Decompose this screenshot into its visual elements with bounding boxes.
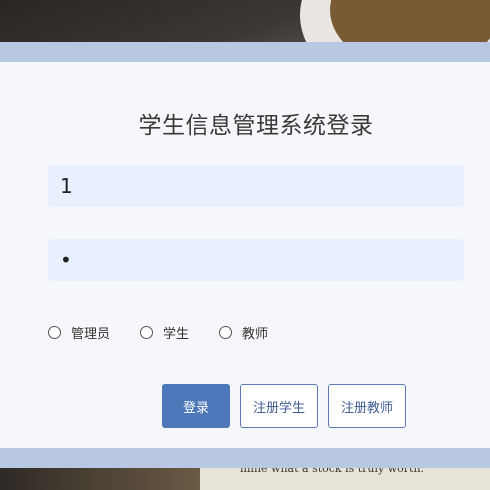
username-input[interactable]: 1 <box>48 165 464 207</box>
role-option-student[interactable]: 学生 <box>140 323 189 342</box>
username-value: 1 <box>60 174 73 198</box>
password-value: • <box>60 248 72 272</box>
role-label: 管理员 <box>71 326 111 342</box>
radio-button[interactable] <box>48 325 61 339</box>
register-student-button[interactable]: 注册学生 <box>240 384 318 428</box>
register-teacher-button[interactable]: 注册教师 <box>328 384 406 428</box>
radio-button[interactable] <box>219 325 233 339</box>
role-label: 学生 <box>163 326 190 342</box>
role-radio-group: 管理员 学生 教师 <box>48 322 298 342</box>
role-option-admin[interactable]: 管理员 <box>48 323 110 342</box>
page-title: 学生信息管理系统登录 <box>138 113 374 139</box>
radio-button[interactable] <box>140 325 154 339</box>
role-label: 教师 <box>242 326 269 342</box>
role-option-teacher[interactable]: 教师 <box>219 323 268 342</box>
login-button[interactable]: 登录 <box>162 384 230 428</box>
password-input[interactable]: • <box>48 239 464 281</box>
